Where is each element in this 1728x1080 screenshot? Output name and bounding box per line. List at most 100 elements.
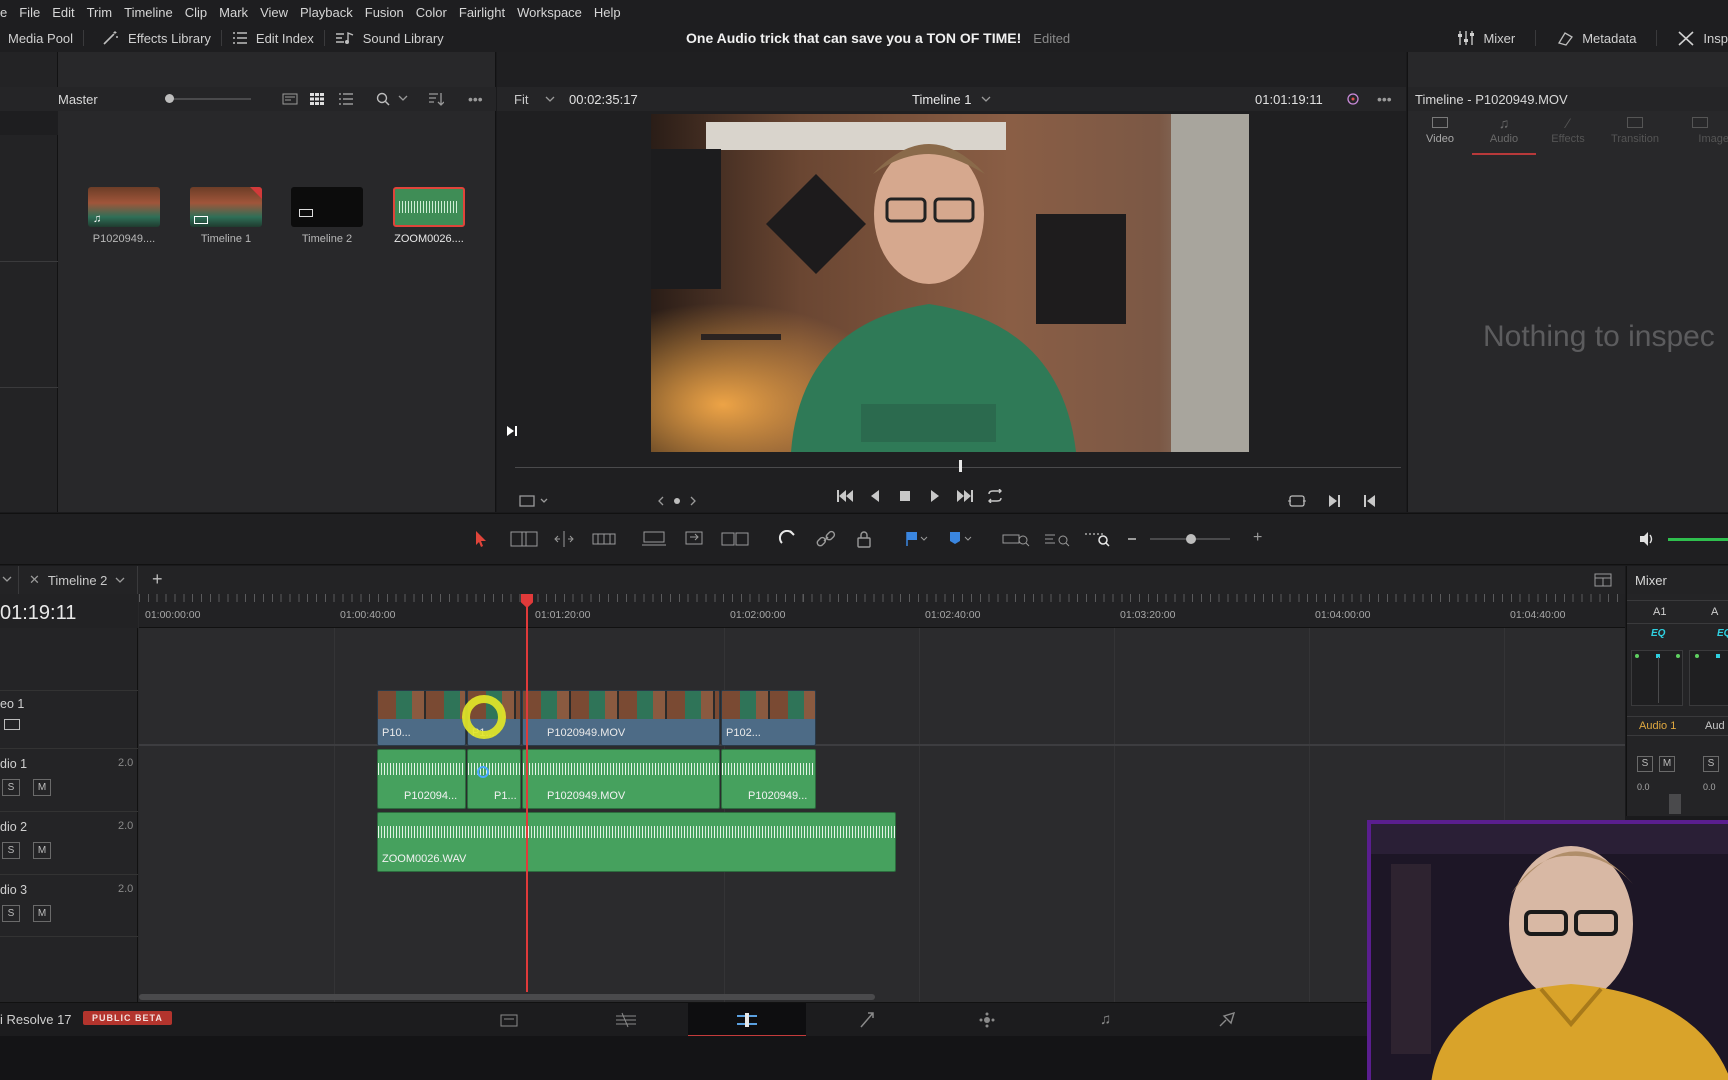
mute-button[interactable]: M <box>33 779 51 796</box>
video-clip[interactable]: P1020949.MOV <box>522 690 720 746</box>
mixer-button[interactable]: Mixer <box>1457 24 1515 52</box>
more-options-icon[interactable]: ••• <box>1377 91 1392 107</box>
eq-indicator[interactable]: EQ <box>1717 628 1728 639</box>
flag-icon[interactable] <box>904 530 930 548</box>
loop-icon[interactable] <box>980 489 1010 503</box>
sound-library-button[interactable]: Sound Library <box>335 24 444 52</box>
tab-transition[interactable]: Transition <box>1600 111 1670 155</box>
menu-file[interactable]: File <box>13 5 46 20</box>
track-header-video-1[interactable]: eo 1 <box>0 690 138 742</box>
track-header-audio-3[interactable]: dio 3 2.0 S M <box>0 874 138 937</box>
color-picker-icon[interactable] <box>1345 92 1361 106</box>
lock-icon[interactable] <box>856 530 872 548</box>
tab-image[interactable]: Image <box>1670 111 1728 155</box>
marker-icon[interactable] <box>948 530 974 548</box>
horizontal-scrollbar[interactable] <box>139 994 875 1000</box>
solo-button[interactable]: S <box>2 905 20 922</box>
dynamic-trim-icon[interactable] <box>550 530 578 548</box>
zoom-detail-icon[interactable] <box>1044 530 1072 548</box>
chevron-down-icon[interactable] <box>981 95 991 103</box>
skip-to-end-icon[interactable] <box>506 425 518 437</box>
close-icon[interactable]: ✕ <box>29 572 40 588</box>
last-frame-icon[interactable] <box>950 489 980 503</box>
fader-handle[interactable] <box>1669 794 1681 814</box>
clip-thumbnail[interactable]: ♫ P1020949.... <box>88 187 160 245</box>
scrub-playhead[interactable] <box>959 460 962 472</box>
list-view-icon[interactable] <box>339 93 353 105</box>
selection-tool-icon[interactable] <box>474 530 488 548</box>
zoom-in-icon[interactable]: + <box>1253 529 1262 547</box>
jog-control-icon[interactable] <box>657 494 697 508</box>
fairlight-page-icon[interactable]: ♫ <box>1100 1011 1111 1028</box>
menu-workspace[interactable]: Workspace <box>511 5 588 20</box>
metadata-button[interactable]: Metadata <box>1556 24 1636 52</box>
video-clip[interactable]: P10... <box>377 690 466 746</box>
menu-partial[interactable]: e <box>0 5 13 20</box>
volume-icon[interactable] <box>1638 530 1656 548</box>
sort-icon[interactable] <box>428 92 444 106</box>
zoom-slider-handle[interactable] <box>1186 534 1196 544</box>
menu-help[interactable]: Help <box>588 5 627 20</box>
match-frame-icon[interactable] <box>1287 494 1307 508</box>
mute-button[interactable]: M <box>1659 756 1675 772</box>
metadata-view-icon[interactable] <box>282 93 298 105</box>
track-header-audio-2[interactable]: dio 2 2.0 S M <box>0 811 138 874</box>
chevron-down-icon[interactable] <box>545 95 555 103</box>
solo-button[interactable]: S <box>1703 756 1719 772</box>
menu-playback[interactable]: Playback <box>294 5 359 20</box>
timeline-name[interactable]: Timeline 1 <box>912 92 971 107</box>
prev-edit-icon[interactable] <box>1363 494 1377 508</box>
edit-index-button[interactable]: Edit Index <box>232 24 314 52</box>
inspector-button[interactable]: Insp <box>1677 24 1728 52</box>
video-clip[interactable]: P102... <box>721 690 816 746</box>
play-icon[interactable] <box>920 489 950 503</box>
zoom-full-icon[interactable] <box>1002 530 1030 548</box>
tab-effects[interactable]: ⁄ Effects <box>1536 111 1600 155</box>
track-header-audio-1[interactable]: dio 1 2.0 S M <box>0 748 138 811</box>
audio-clip[interactable]: P102094... <box>377 749 466 809</box>
more-options-icon[interactable]: ••• <box>468 91 483 107</box>
timeline-thumbnail[interactable]: Timeline 2 <box>291 187 363 245</box>
mute-button[interactable]: M <box>33 905 51 922</box>
scrub-bar[interactable] <box>515 467 1401 468</box>
tab-timeline-2[interactable]: ✕ Timeline 2 <box>18 566 138 594</box>
solo-button[interactable]: S <box>2 842 20 859</box>
menu-trim[interactable]: Trim <box>81 5 119 20</box>
menu-timeline[interactable]: Timeline <box>118 5 179 20</box>
next-edit-icon[interactable] <box>1327 494 1341 508</box>
edit-page-tab[interactable] <box>688 1003 806 1037</box>
track-output-icon[interactable] <box>4 719 20 730</box>
eq-indicator[interactable]: EQ <box>1651 628 1665 639</box>
audio-clip[interactable]: P1020949... <box>721 749 816 809</box>
zoom-select[interactable]: Fit <box>514 92 528 107</box>
tab-audio[interactable]: ♫ Audio <box>1472 111 1536 155</box>
menu-edit[interactable]: Edit <box>46 5 80 20</box>
fusion-page-icon[interactable] <box>858 1012 876 1028</box>
audio-clip[interactable]: P1... <box>467 749 521 809</box>
pan-control[interactable] <box>1631 650 1683 706</box>
replace-clip-icon[interactable] <box>720 530 752 548</box>
viewer-crop-icon[interactable] <box>519 494 549 508</box>
zoom-custom-icon[interactable] <box>1084 530 1112 548</box>
grid-view-icon[interactable] <box>310 93 324 105</box>
menu-mark[interactable]: Mark <box>213 5 254 20</box>
add-timeline-icon[interactable]: + <box>152 569 163 590</box>
menu-clip[interactable]: Clip <box>179 5 213 20</box>
chevron-down-icon[interactable] <box>2 575 12 583</box>
slider-handle[interactable] <box>165 94 174 103</box>
link-icon[interactable] <box>816 530 836 548</box>
first-frame-icon[interactable] <box>830 489 860 503</box>
thumbnail-size-slider[interactable] <box>165 98 251 100</box>
time-ruler[interactable]: 01:00:00:00 01:00:40:00 01:01:20:00 01:0… <box>139 594 1625 628</box>
insert-clip-icon[interactable] <box>640 530 668 548</box>
timeline-thumbnail[interactable]: Timeline 1 <box>190 187 262 245</box>
audio-clip[interactable]: ZOOM0026.WAV <box>377 812 896 872</box>
overwrite-clip-icon[interactable] <box>682 530 706 548</box>
cut-page-icon[interactable] <box>614 1012 638 1028</box>
bin-selected[interactable] <box>0 111 58 135</box>
audio-clip[interactable]: P1020949.MOV <box>522 749 720 809</box>
stop-icon[interactable] <box>890 490 920 502</box>
playhead[interactable] <box>526 594 528 992</box>
menu-fusion[interactable]: Fusion <box>359 5 410 20</box>
effects-library-button[interactable]: Effects Library <box>102 24 211 52</box>
